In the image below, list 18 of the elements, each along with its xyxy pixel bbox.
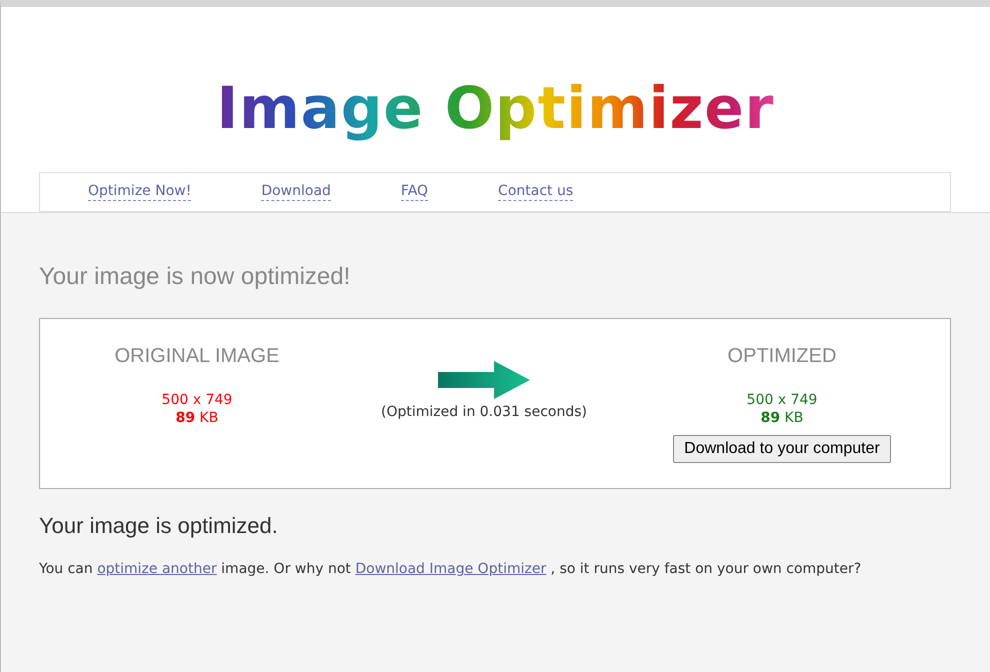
nav-link[interactable]: Optimize Now!	[88, 183, 192, 201]
text-link[interactable]: optimize another	[97, 561, 217, 578]
nav-link[interactable]: FAQ	[400, 183, 428, 201]
file-size: 89 KB	[760, 408, 804, 428]
section-heading: Your image is optimized.	[39, 512, 279, 540]
text-link[interactable]: Download Image Optimizer	[355, 561, 546, 578]
column-title: OPTIMIZED	[726, 344, 838, 369]
file-size: 89 KB	[174, 408, 220, 428]
nav-link[interactable]: Download	[261, 183, 331, 201]
message-text: You can optimize another image. Or why not Download Image Optimizer , so it runs very fast on your own computer?	[39, 560, 862, 580]
page-heading: Your image is now optimized!	[39, 263, 352, 292]
column-title: ORIGINAL IMAGE	[114, 344, 280, 369]
dimensions-text: 500 x 749	[160, 390, 234, 409]
dimensions-text: 500 x 749	[746, 390, 818, 409]
nav-link[interactable]: Contact us	[498, 183, 574, 201]
download-button[interactable]: Download to your computer	[673, 435, 891, 464]
timing-text: (Optimized in 0.031 seconds)	[380, 402, 588, 422]
arrow-icon	[438, 360, 530, 399]
